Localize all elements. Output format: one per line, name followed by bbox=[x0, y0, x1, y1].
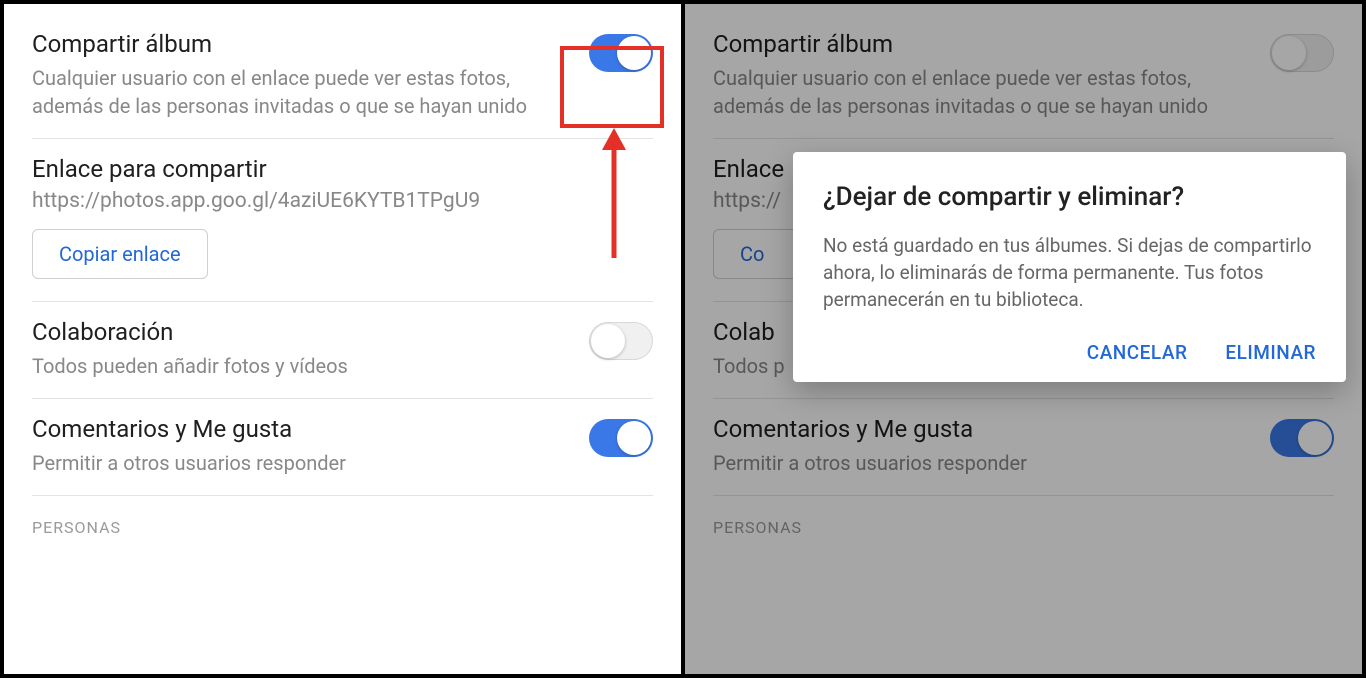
comments-title: Comentarios y Me gusta bbox=[32, 415, 577, 443]
settings-panel-before: Compartir álbum Cualquier usuario con el… bbox=[0, 0, 683, 678]
comments-toggle[interactable] bbox=[589, 419, 653, 457]
collaboration-row: Colaboración Todos pueden añadir fotos y… bbox=[32, 302, 653, 399]
share-link-url: https://photos.app.goo.gl/4aziUE6KYTB1TP… bbox=[32, 189, 653, 213]
collaboration-title: Colaboración bbox=[32, 318, 577, 346]
content-area: Compartir álbum Cualquier usuario con el… bbox=[4, 4, 681, 537]
collaboration-toggle[interactable] bbox=[589, 322, 653, 360]
dialog-actions: CANCELAR ELIMINAR bbox=[823, 341, 1316, 364]
confirm-dialog: ¿Dejar de compartir y eliminar? No está … bbox=[793, 152, 1346, 382]
comments-row: Comentarios y Me gusta Permitir a otros … bbox=[32, 399, 653, 496]
share-album-row: Compartir álbum Cualquier usuario con el… bbox=[32, 22, 653, 139]
share-link-title: Enlace para compartir bbox=[32, 155, 653, 183]
cancel-button[interactable]: CANCELAR bbox=[1087, 341, 1188, 364]
settings-panel-dialog: Compartir álbum Cualquier usuario con el… bbox=[683, 0, 1366, 678]
share-album-title: Compartir álbum bbox=[32, 30, 577, 58]
dialog-body: No está guardado en tus álbumes. Si deja… bbox=[823, 232, 1316, 313]
collaboration-sub: Todos pueden añadir fotos y vídeos bbox=[32, 352, 577, 380]
people-section-label: PERSONAS bbox=[32, 518, 653, 537]
share-album-sub: Cualquier usuario con el enlace puede ve… bbox=[32, 64, 577, 120]
share-link-row: Enlace para compartir https://photos.app… bbox=[32, 139, 653, 302]
share-album-toggle[interactable] bbox=[589, 34, 653, 72]
comments-sub: Permitir a otros usuarios responder bbox=[32, 449, 577, 477]
copy-link-button[interactable]: Copiar enlace bbox=[32, 229, 208, 279]
delete-button[interactable]: ELIMINAR bbox=[1225, 341, 1316, 364]
dialog-title: ¿Dejar de compartir y eliminar? bbox=[823, 180, 1316, 214]
